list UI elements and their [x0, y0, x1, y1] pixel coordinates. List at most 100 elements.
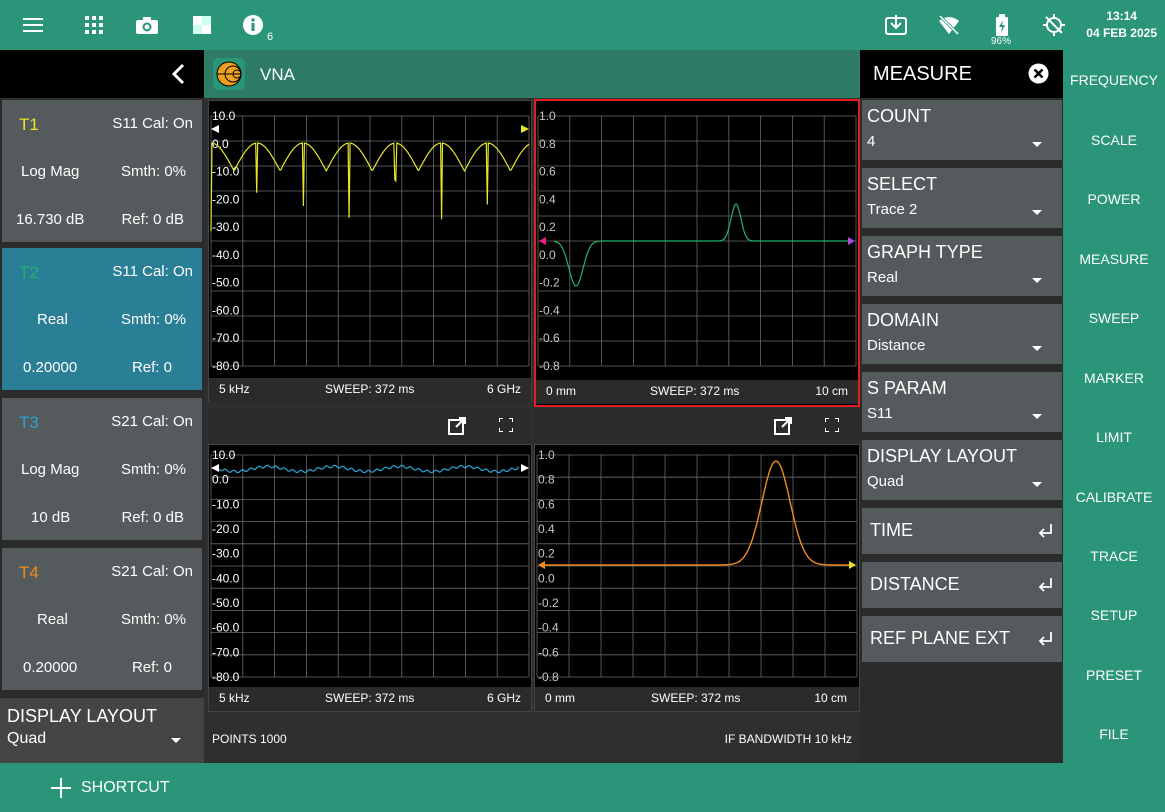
graph-panel-3[interactable]: 10.0 0.0 -10.0 -20.0 -30.0 -40.0 -50.0 -60.0 -70…: [208, 444, 532, 712]
graph-start: 5 kHz: [219, 691, 250, 705]
main-menu: FREQUENCY SCALE POWER MEASURE SWEEP MARK…: [1063, 50, 1165, 763]
trace-marker-value: 10 dB: [31, 509, 71, 526]
y-tick-label: -30.0: [212, 547, 240, 561]
graph-panel-1[interactable]: 10.0 0.0 -10.0 -20.0 -30.0 -40.0 -50.0 -60.0 -70…: [208, 100, 532, 402]
trace-format: Real: [37, 311, 68, 328]
trace-t4-line: [545, 460, 850, 566]
s-param-dropdown[interactable]: S PARAM S11: [862, 372, 1062, 432]
date: 04 FEB 2025: [1086, 26, 1157, 40]
graph-1-plot[interactable]: 10.00.0-10.0-20.0-30.0-40.0-50.0-60.0-70…: [209, 101, 531, 377]
y-tick-label: 0.0: [212, 473, 229, 487]
ref-plane-ext-button-label: REF PLANE EXT: [870, 628, 1011, 648]
count-dropdown[interactable]: COUNT 4: [862, 100, 1062, 160]
trace-smooth: Smth: 0%: [120, 163, 186, 180]
chevron-down-icon: [1032, 142, 1042, 147]
info-badge: 6: [267, 31, 274, 43]
graph-4-footer: 0 mm SWEEP: 372 ms 10 cm: [535, 687, 859, 711]
menu-preset[interactable]: PRESET: [1063, 667, 1165, 683]
trace-ref: Ref: 0 dB: [121, 509, 184, 526]
trace-card-t2[interactable]: T2 S11 Cal: On Real Smth: 0% 0.20000 Ref…: [2, 248, 202, 390]
y-tick-label: -0.6: [538, 645, 559, 659]
y-tick-label: -10.0: [212, 497, 240, 511]
gps-off-icon[interactable]: [1039, 10, 1069, 40]
graph-start: 0 mm: [545, 691, 575, 705]
trace-marker-value: 0.20000: [23, 659, 78, 676]
apps-grid-icon[interactable]: [79, 10, 109, 40]
ref-plane-ext-button[interactable]: REF PLANE EXT: [862, 616, 1062, 662]
graph-2-plot[interactable]: 1.0 0.8 0.6 0.4 0.2 0.0 -0.2 -0.4 -0.6 -0.8: [536, 101, 858, 377]
domain-dropdown[interactable]: DOMAIN Distance: [862, 304, 1062, 364]
dropdown-value: Quad: [867, 473, 904, 490]
y-tick-label: 10.0: [212, 448, 236, 462]
reference-marker-right: [521, 464, 529, 472]
trace-t3-line: [218, 464, 520, 474]
y-tick-label: 0.4: [539, 192, 556, 206]
select-dropdown[interactable]: SELECT Trace 2: [862, 168, 1062, 228]
trace-card-t1[interactable]: T1 S11 Cal: On Log Mag Smth: 0% 16.730 d…: [2, 100, 202, 242]
y-tick-label: -80.0: [212, 670, 240, 684]
menu-measure[interactable]: MEASURE: [1063, 251, 1165, 267]
display-layout-dropdown[interactable]: DISPLAY LAYOUT Quad: [862, 440, 1062, 500]
menu-marker[interactable]: MARKER: [1063, 370, 1165, 386]
trace-panel-header: [0, 50, 204, 98]
graph-1-footer: 5 kHz SWEEP: 372 ms 6 GHz: [209, 378, 531, 402]
menu-limit[interactable]: LIMIT: [1063, 429, 1165, 445]
info-icon[interactable]: [238, 10, 268, 40]
y-tick-label: 0.6: [538, 497, 555, 511]
menu-trace[interactable]: TRACE: [1063, 548, 1165, 564]
download-icon[interactable]: [881, 10, 911, 40]
graph-type-dropdown[interactable]: GRAPH TYPE Real: [862, 236, 1062, 296]
y-tick-label: -40.0: [212, 571, 240, 585]
menu-scale[interactable]: SCALE: [1063, 132, 1165, 148]
distance-button-label: DISTANCE: [870, 574, 960, 594]
time-button[interactable]: TIME: [862, 508, 1062, 554]
y-tick-label: 0.4: [538, 522, 555, 536]
enter-icon: [1038, 632, 1052, 646]
graph-panel-4[interactable]: 1.0 0.8 0.6 0.4 0.2 0.0 -0.2 -0.4 -0.6 -0.8 0 mm …: [534, 444, 860, 712]
graph-3-plot[interactable]: 10.0 0.0 -10.0 -20.0 -30.0 -40.0 -50.0 -60.0 -70…: [209, 445, 531, 687]
fullscreen-icon[interactable]: [825, 418, 839, 432]
menu-file[interactable]: FILE: [1063, 726, 1165, 742]
y-tick-label: -0.4: [539, 303, 560, 317]
graph-4-toolbar: [534, 408, 860, 444]
fullscreen-icon[interactable]: [499, 418, 513, 432]
chevron-down-icon: [1032, 346, 1042, 351]
collapse-chevron-icon[interactable]: [170, 63, 186, 85]
wifi-off-icon[interactable]: [934, 10, 964, 40]
distance-button[interactable]: DISTANCE: [862, 562, 1062, 608]
shortcut-label: SHORTCUT: [81, 779, 170, 796]
display-layout-dropdown[interactable]: DISPLAY LAYOUT Quad: [0, 698, 204, 763]
trace-card-t4[interactable]: T4 S21 Cal: On Real Smth: 0% 0.20000 Ref…: [2, 548, 202, 690]
shortcut-bar: SHORTCUT: [0, 763, 1165, 812]
menu-icon[interactable]: [18, 10, 48, 40]
graph-4-plot[interactable]: 1.0 0.8 0.6 0.4 0.2 0.0 -0.2 -0.4 -0.6 -0.8: [535, 445, 859, 687]
reference-marker-right: [848, 237, 855, 245]
camera-icon[interactable]: [132, 10, 162, 40]
reference-marker-right: [849, 561, 856, 569]
menu-frequency[interactable]: FREQUENCY: [1063, 72, 1165, 88]
y-tick-label: -30.0: [212, 220, 240, 234]
smith-chart-icon[interactable]: [213, 58, 245, 90]
menu-power[interactable]: POWER: [1063, 191, 1165, 207]
y-tick-label: -0.6: [539, 331, 560, 345]
graph-sweep: SWEEP: 372 ms: [325, 382, 415, 396]
trace-card-t3[interactable]: T3 S21 Cal: On Log Mag Smth: 0% 10 dB Re…: [2, 398, 202, 540]
y-tick-label: -50.0: [212, 276, 240, 290]
trace-ref: Ref: 0: [131, 659, 172, 676]
graph-panel-2[interactable]: 1.0 0.8 0.6 0.4 0.2 0.0 -0.2 -0.4 -0.6 -0.8 0 mm …: [534, 99, 860, 407]
close-icon[interactable]: [1028, 63, 1049, 84]
app-title: VNA: [260, 65, 295, 84]
graph-3-toolbar: [208, 408, 532, 444]
y-tick-label: -50.0: [212, 596, 240, 610]
shortcut-button[interactable]: SHORTCUT: [50, 775, 170, 801]
display-layout-value: Quad: [7, 730, 47, 747]
trace-marker-value: 16.730 dB: [16, 211, 85, 228]
menu-setup[interactable]: SETUP: [1063, 607, 1165, 623]
open-external-icon[interactable]: [448, 417, 466, 435]
menu-calibrate[interactable]: CALIBRATE: [1063, 489, 1165, 505]
open-external-icon[interactable]: [774, 417, 792, 435]
trace-marker-value: 0.20000: [23, 359, 78, 376]
y-tick-label: -60.0: [212, 303, 240, 317]
menu-sweep[interactable]: SWEEP: [1063, 310, 1165, 326]
display-mode-icon[interactable]: [187, 10, 217, 40]
